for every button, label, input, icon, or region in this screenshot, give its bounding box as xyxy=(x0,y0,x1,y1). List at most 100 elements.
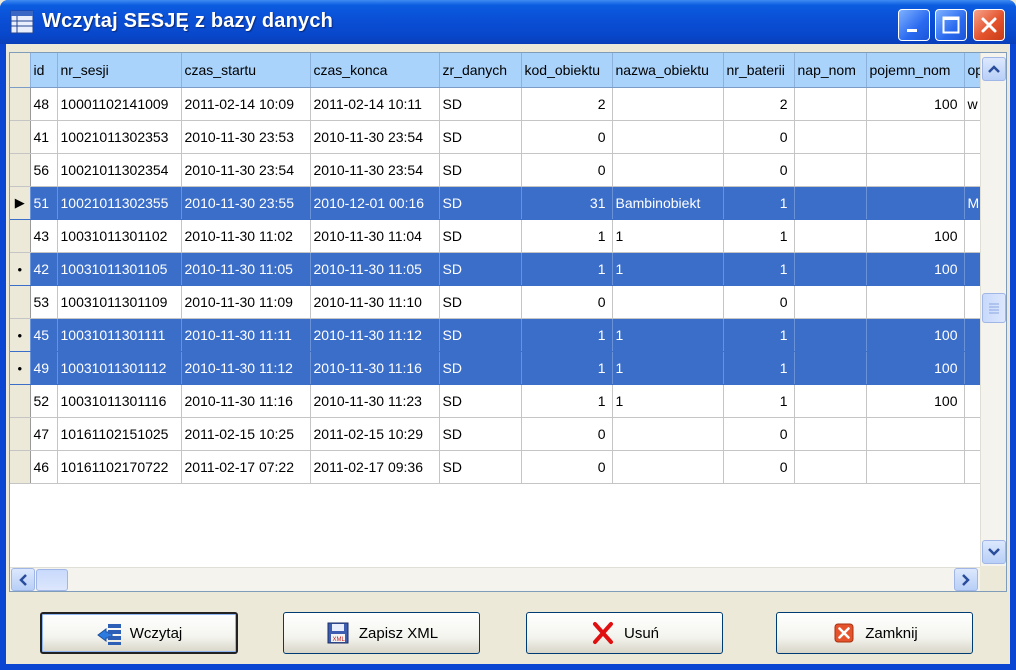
cell-nr-baterii[interactable]: 0 xyxy=(723,153,795,187)
cell-nr-baterii[interactable]: 2 xyxy=(723,87,795,121)
table-row[interactable]: 47 10161102151025 2011-02-15 10:25 2011-02-… xyxy=(10,417,988,451)
cell-nazwa-obiektu[interactable] xyxy=(612,417,724,451)
cell-nazwa-obiektu[interactable]: Bambinobiekt xyxy=(612,186,724,220)
column-header-nap-nom[interactable]: nap_nom xyxy=(794,53,867,88)
cell-zr-danych[interactable]: SD xyxy=(439,450,522,484)
cell-zr-danych[interactable]: SD xyxy=(439,186,522,220)
cell-pojemn-nom[interactable] xyxy=(866,186,965,220)
cell-nap-nom[interactable] xyxy=(794,219,867,253)
vertical-scroll-thumb[interactable] xyxy=(982,293,1006,323)
cell-zr-danych[interactable]: SD xyxy=(439,153,522,187)
cell-nap-nom[interactable] xyxy=(794,153,867,187)
vertical-scrollbar[interactable] xyxy=(980,53,1006,566)
cell-kod-obiektu[interactable]: 1 xyxy=(521,219,613,253)
cell-nr-baterii[interactable]: 1 xyxy=(723,384,795,418)
cell-nap-nom[interactable] xyxy=(794,384,867,418)
cell-nr-sesji[interactable]: 10031011301116 xyxy=(57,384,182,418)
cell-nr-sesji[interactable]: 10031011301102 xyxy=(57,219,182,253)
cell-czas-konca[interactable]: 2010-11-30 23:54 xyxy=(310,120,440,154)
cell-id[interactable]: 52 xyxy=(30,384,58,418)
cell-zr-danych[interactable]: SD xyxy=(439,351,522,385)
cell-zr-danych[interactable]: SD xyxy=(439,318,522,352)
cell-czas-konca[interactable]: 2010-11-30 11:12 xyxy=(310,318,440,352)
cell-id[interactable]: 56 xyxy=(30,153,58,187)
cell-kod-obiektu[interactable]: 0 xyxy=(521,450,613,484)
cell-kod-obiektu[interactable]: 31 xyxy=(521,186,613,220)
table-row[interactable]: 43 10031011301102 2010-11-30 11:02 2010-11-… xyxy=(10,219,988,253)
cell-nazwa-obiektu[interactable] xyxy=(612,285,724,319)
cell-czas-startu[interactable]: 2011-02-14 10:09 xyxy=(181,87,311,121)
cell-pojemn-nom[interactable]: 100 xyxy=(866,87,965,121)
cell-nr-baterii[interactable]: 0 xyxy=(723,417,795,451)
column-header-nr-baterii[interactable]: nr_baterii xyxy=(723,53,795,88)
cell-czas-konca[interactable]: 2011-02-17 09:36 xyxy=(310,450,440,484)
cell-czas-startu[interactable]: 2010-11-30 11:02 xyxy=(181,219,311,253)
cell-nr-sesji[interactable]: 10161102170722 xyxy=(57,450,182,484)
cell-pojemn-nom[interactable] xyxy=(866,450,965,484)
cell-czas-startu[interactable]: 2010-11-30 11:11 xyxy=(181,318,311,352)
horizontal-scroll-thumb[interactable] xyxy=(36,569,68,591)
cell-kod-obiektu[interactable]: 0 xyxy=(521,153,613,187)
row-indicator[interactable] xyxy=(10,219,31,253)
column-header-kod-obiektu[interactable]: kod_obiektu xyxy=(521,53,613,88)
cell-pojemn-nom[interactable] xyxy=(866,285,965,319)
cell-nap-nom[interactable] xyxy=(794,87,867,121)
cell-czas-startu[interactable]: 2010-11-30 23:55 xyxy=(181,186,311,220)
cell-id[interactable]: 51 xyxy=(30,186,58,220)
cell-czas-startu[interactable]: 2011-02-17 07:22 xyxy=(181,450,311,484)
cell-nr-sesji[interactable]: 10031011301111 xyxy=(57,318,182,352)
maximize-button[interactable] xyxy=(935,9,967,41)
cell-czas-konca[interactable]: 2011-02-15 10:29 xyxy=(310,417,440,451)
cell-czas-konca[interactable]: 2010-11-30 11:04 xyxy=(310,219,440,253)
row-indicator[interactable] xyxy=(10,153,31,187)
scroll-down-button[interactable] xyxy=(982,540,1006,564)
row-indicator[interactable]: • xyxy=(10,351,31,385)
cell-nap-nom[interactable] xyxy=(794,318,867,352)
row-indicator[interactable] xyxy=(10,450,31,484)
cell-czas-konca[interactable]: 2010-12-01 00:16 xyxy=(310,186,440,220)
minimize-button[interactable] xyxy=(898,9,930,41)
table-row[interactable]: 48 10001102141009 2011-02-14 10:09 2011-02-… xyxy=(10,87,988,121)
row-indicator[interactable] xyxy=(10,417,31,451)
column-header-nr-sesji[interactable]: nr_sesji xyxy=(57,53,182,88)
cell-id[interactable]: 47 xyxy=(30,417,58,451)
cell-nazwa-obiektu[interactable] xyxy=(612,87,724,121)
row-indicator[interactable]: ▶ xyxy=(10,186,31,220)
cell-nr-baterii[interactable]: 0 xyxy=(723,285,795,319)
cell-pojemn-nom[interactable] xyxy=(866,120,965,154)
cell-pojemn-nom[interactable]: 100 xyxy=(866,318,965,352)
cell-czas-konca[interactable]: 2010-11-30 11:10 xyxy=(310,285,440,319)
cell-zr-danych[interactable]: SD xyxy=(439,219,522,253)
cell-nr-baterii[interactable]: 1 xyxy=(723,252,795,286)
cell-czas-startu[interactable]: 2010-11-30 11:12 xyxy=(181,351,311,385)
row-indicator[interactable] xyxy=(10,285,31,319)
cell-nazwa-obiektu[interactable] xyxy=(612,120,724,154)
cell-kod-obiektu[interactable]: 0 xyxy=(521,285,613,319)
cell-id[interactable]: 43 xyxy=(30,219,58,253)
cell-id[interactable]: 46 xyxy=(30,450,58,484)
column-header-czas-startu[interactable]: czas_startu xyxy=(181,53,311,88)
cell-kod-obiektu[interactable]: 1 xyxy=(521,318,613,352)
cell-nap-nom[interactable] xyxy=(794,450,867,484)
cell-nr-baterii[interactable]: 1 xyxy=(723,351,795,385)
row-indicator[interactable]: • xyxy=(10,252,31,286)
column-header-nazwa-obiektu[interactable]: nazwa_obiektu xyxy=(612,53,724,88)
cell-id[interactable]: 45 xyxy=(30,318,58,352)
cell-czas-startu[interactable]: 2010-11-30 11:05 xyxy=(181,252,311,286)
cell-nr-sesji[interactable]: 10021011302355 xyxy=(57,186,182,220)
column-header-zr-danych[interactable]: zr_danych xyxy=(439,53,522,88)
cell-kod-obiektu[interactable]: 1 xyxy=(521,252,613,286)
cell-nr-baterii[interactable]: 1 xyxy=(723,186,795,220)
cell-id[interactable]: 41 xyxy=(30,120,58,154)
cell-nazwa-obiektu[interactable]: 1 xyxy=(612,219,724,253)
table-row[interactable]: 53 10031011301109 2010-11-30 11:09 2010-11-… xyxy=(10,285,988,319)
column-header-id[interactable]: id xyxy=(30,53,58,88)
save-xml-button[interactable]: XML Zapisz XML xyxy=(283,612,480,654)
scroll-left-button[interactable] xyxy=(11,568,35,591)
table-row[interactable]: • 45 10031011301111 2010-11-30 11:11 2010-11… xyxy=(10,318,988,352)
cell-nazwa-obiektu[interactable]: 1 xyxy=(612,351,724,385)
cell-nap-nom[interactable] xyxy=(794,186,867,220)
cell-pojemn-nom[interactable] xyxy=(866,153,965,187)
cell-nr-sesji[interactable]: 10021011302354 xyxy=(57,153,182,187)
table-row[interactable]: 41 10021011302353 2010-11-30 23:53 2010-11-… xyxy=(10,120,988,154)
